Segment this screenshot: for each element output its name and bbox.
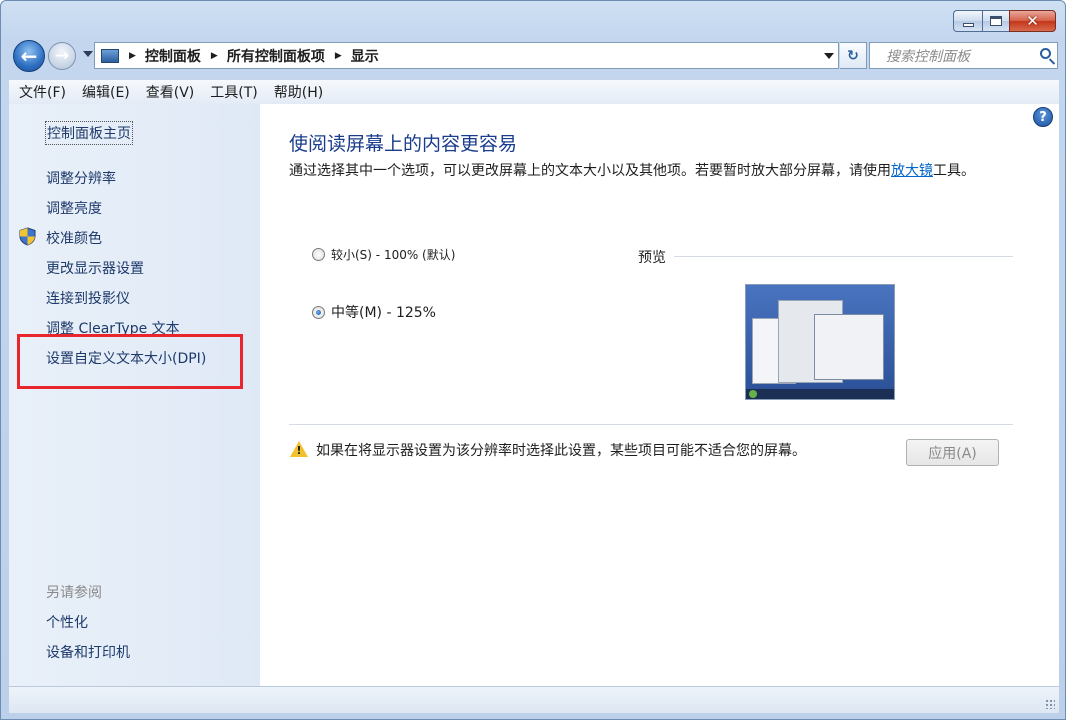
- recent-pages-dropdown[interactable]: [83, 51, 93, 57]
- option-smaller[interactable]: 较小(S) - 100% (默认): [312, 246, 455, 263]
- maximize-icon: [990, 16, 1002, 26]
- breadcrumb-control-panel[interactable]: 控制面板: [145, 46, 201, 66]
- refresh-button[interactable]: ↻: [840, 42, 867, 69]
- warning-text: 如果在将显示器设置为该分辨率时选择此设置，某些项目可能不适合您的屏幕。: [316, 443, 806, 459]
- sidebar-home-link[interactable]: 控制面板主页: [45, 121, 133, 145]
- see-also-heading: 另请参阅: [46, 585, 102, 601]
- control-panel-window: ✕ ← → ▶ 控制面板 ▶ 所有控制面板项 ▶ 显示 ↻ 搜索控制面板 文件(…: [0, 0, 1066, 720]
- menu-edit[interactable]: 编辑(E): [82, 82, 130, 102]
- breadcrumb-arrow-icon[interactable]: ▶: [211, 51, 218, 61]
- breadcrumb-arrow-icon[interactable]: ▶: [129, 51, 136, 61]
- back-button[interactable]: ←: [13, 40, 45, 72]
- sidebar-item-calibrate-color[interactable]: 校准颜色: [46, 228, 102, 248]
- sidebar-item-personalize[interactable]: 个性化: [46, 612, 88, 632]
- breadcrumb: ▶ 控制面板 ▶ 所有控制面板项 ▶ 显示: [119, 46, 379, 66]
- sidebar-item-display-settings[interactable]: 更改显示器设置: [46, 258, 144, 278]
- sidebar-item-brightness[interactable]: 调整亮度: [46, 198, 102, 218]
- sidebar: 控制面板主页 调整分辨率 调整亮度 校准颜色 更改显示器设置 连接到投影仪 调整…: [9, 104, 260, 686]
- status-bar: [9, 686, 1059, 713]
- sidebar-item-resolution[interactable]: 调整分辨率: [46, 168, 116, 188]
- menu-bar: 文件(F) 编辑(E) 查看(V) 工具(T) 帮助(H): [9, 79, 1059, 104]
- option-medium-label[interactable]: 中等(M) - 125%: [331, 302, 436, 322]
- section-divider: [289, 424, 1013, 425]
- minimize-icon: [962, 22, 974, 27]
- description-text-end: 工具。: [933, 163, 975, 179]
- sidebar-item-devices-printers[interactable]: 设备和打印机: [46, 642, 130, 662]
- help-glyph: ?: [1039, 109, 1047, 125]
- option-medium[interactable]: 中等(M) - 125%: [312, 302, 436, 322]
- address-dropdown-icon[interactable]: [824, 53, 834, 59]
- menu-tools[interactable]: 工具(T): [210, 82, 257, 102]
- preview-label: 预览: [638, 250, 666, 266]
- main-panel: ? 使阅读屏幕上的内容更容易 通过选择其中一个选项，可以更改屏幕上的文本大小以及…: [260, 104, 1059, 686]
- close-icon: ✕: [1026, 12, 1039, 30]
- breadcrumb-arrow-icon[interactable]: ▶: [335, 51, 342, 61]
- search-box[interactable]: 搜索控制面板: [869, 42, 1058, 69]
- magnifier-link[interactable]: 放大镜: [891, 163, 933, 179]
- preview-window-icon: [814, 314, 884, 380]
- search-icon[interactable]: [1040, 48, 1051, 59]
- warning-mark: !: [296, 444, 302, 457]
- control-panel-icon: [101, 48, 119, 63]
- page-title: 使阅读屏幕上的内容更容易: [289, 133, 518, 155]
- resize-grip-icon[interactable]: [1045, 699, 1055, 709]
- highlight-annotation: [17, 334, 243, 389]
- minimize-button[interactable]: [953, 10, 982, 32]
- page-description: 通过选择其中一个选项，可以更改屏幕上的文本大小以及其他项。若要暂时放大部分屏幕，…: [289, 161, 1009, 182]
- breadcrumb-all-items[interactable]: 所有控制面板项: [227, 46, 325, 66]
- search-input[interactable]: 搜索控制面板: [886, 46, 970, 66]
- menu-help[interactable]: 帮助(H): [274, 82, 323, 102]
- close-button[interactable]: ✕: [1009, 10, 1056, 32]
- preview-taskbar: [746, 389, 894, 399]
- caption-buttons: ✕: [953, 10, 1056, 32]
- menu-file[interactable]: 文件(F): [19, 82, 66, 102]
- maximize-button[interactable]: [982, 10, 1009, 32]
- preview-divider: [674, 256, 1013, 257]
- refresh-icon: ↻: [847, 47, 859, 64]
- forward-arrow-icon: →: [54, 46, 70, 66]
- radio-smaller[interactable]: [312, 248, 325, 261]
- content-area: 控制面板主页 调整分辨率 调整亮度 校准颜色 更改显示器设置 连接到投影仪 调整…: [9, 104, 1059, 686]
- back-arrow-icon: ←: [20, 44, 38, 68]
- breadcrumb-display[interactable]: 显示: [351, 46, 379, 66]
- address-bar[interactable]: ▶ 控制面板 ▶ 所有控制面板项 ▶ 显示: [94, 42, 839, 69]
- option-smaller-label[interactable]: 较小(S) - 100% (默认): [331, 246, 455, 263]
- sidebar-item-projector[interactable]: 连接到投影仪: [46, 288, 130, 308]
- shield-icon: [19, 227, 36, 246]
- preview-start-icon: [749, 390, 757, 398]
- preview-image: [745, 284, 895, 400]
- forward-button[interactable]: →: [48, 42, 76, 70]
- radio-medium[interactable]: [312, 305, 325, 319]
- apply-button[interactable]: 应用(A): [906, 439, 999, 466]
- description-text: 通过选择其中一个选项，可以更改屏幕上的文本大小以及其他项。若要暂时放大部分屏幕，…: [289, 163, 891, 179]
- menu-view[interactable]: 查看(V): [146, 82, 195, 102]
- help-icon[interactable]: ?: [1033, 107, 1053, 127]
- navigation-bar: ← → ▶ 控制面板 ▶ 所有控制面板项 ▶ 显示 ↻ 搜索控制面板: [11, 39, 1059, 73]
